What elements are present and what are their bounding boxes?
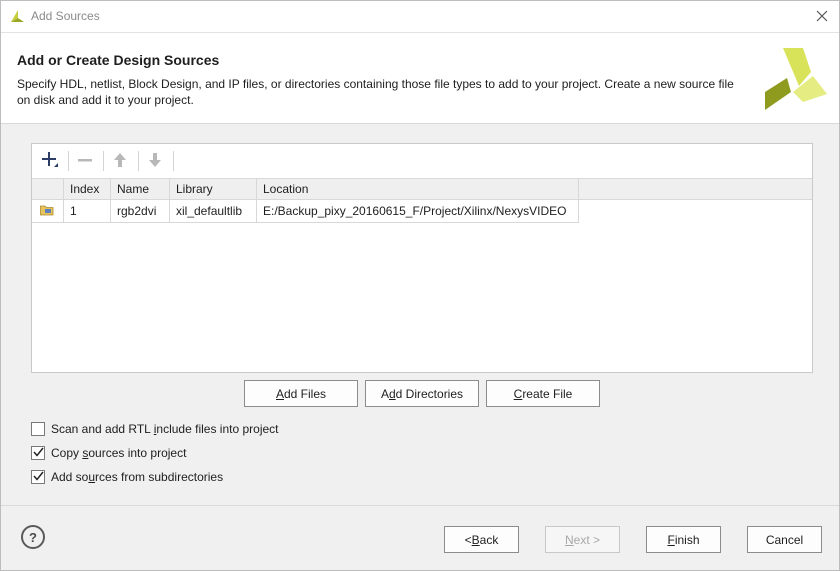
- copy-sources-label: Copy sources into project: [51, 446, 187, 460]
- sources-panel: Index Name Library Location 1 rgb2dvi xi…: [31, 143, 813, 373]
- back-label-post: ack: [479, 532, 499, 547]
- row-location: E:/Backup_pixy_20160615_F/Project/Xilinx…: [257, 200, 579, 222]
- create-file-mnemonic: C: [513, 386, 523, 401]
- plus-icon: [41, 151, 59, 172]
- create-file-button[interactable]: Create File: [486, 380, 600, 407]
- add-directories-label-pre: A: [380, 386, 389, 401]
- app-logo-icon: [9, 8, 25, 24]
- close-icon: [816, 10, 828, 25]
- table-header: Index Name Library Location: [32, 178, 812, 200]
- window-title: Add Sources: [31, 9, 100, 23]
- checkmark-icon: [32, 446, 44, 460]
- row-icon-cell: [32, 200, 64, 222]
- remove-source-button[interactable]: [73, 150, 97, 172]
- toolbar-divider: [173, 151, 174, 171]
- move-up-button[interactable]: [108, 150, 132, 172]
- finish-mnemonic: F: [667, 532, 675, 547]
- finish-button[interactable]: Finish: [646, 526, 721, 553]
- column-header-library[interactable]: Library: [170, 179, 257, 200]
- copy-sources-checkbox[interactable]: [31, 446, 45, 460]
- back-mnemonic: B: [471, 532, 480, 547]
- add-files-button[interactable]: Add Files: [244, 380, 358, 407]
- sources-toolbar: [32, 144, 812, 178]
- column-header-icon[interactable]: [32, 179, 64, 200]
- column-header-index[interactable]: Index: [64, 179, 111, 200]
- table-row[interactable]: 1 rgb2dvi xil_defaultlib E:/Backup_pixy_…: [32, 200, 579, 223]
- add-files-mnemonic: A: [275, 386, 284, 401]
- help-button[interactable]: ?: [21, 525, 45, 549]
- column-header-name[interactable]: Name: [111, 179, 170, 200]
- checkmark-icon: [32, 470, 44, 484]
- next-label-post: ext >: [573, 532, 601, 547]
- next-button[interactable]: Next >: [545, 526, 620, 553]
- folder-icon: [40, 201, 54, 222]
- add-source-button[interactable]: [38, 150, 62, 172]
- next-mnemonic: N: [564, 532, 574, 547]
- add-directories-label-post: d Directories: [395, 386, 464, 401]
- column-header-location[interactable]: Location: [257, 179, 579, 200]
- add-sources-dialog: Add Sources Add or Create Design Sources…: [0, 0, 840, 571]
- page-title: Add or Create Design Sources: [17, 52, 220, 68]
- add-subdirectories-checkbox[interactable]: [31, 470, 45, 484]
- scan-rtl-include-label: Scan and add RTL include files into proj…: [51, 422, 279, 436]
- page-description: Specify HDL, netlist, Block Design, and …: [17, 77, 734, 107]
- add-files-label-post: dd Files: [283, 386, 327, 401]
- finish-label-post: inish: [674, 532, 700, 547]
- vivado-logo-icon: [763, 46, 829, 112]
- arrow-down-icon: [148, 152, 162, 171]
- minus-icon: [77, 152, 93, 171]
- arrow-up-icon: [113, 152, 127, 171]
- scan-rtl-include-option[interactable]: Scan and add RTL include files into proj…: [31, 420, 279, 438]
- row-library: xil_defaultlib: [170, 200, 257, 222]
- back-button[interactable]: < Back: [444, 526, 519, 553]
- add-subdirectories-label: Add sources from subdirectories: [51, 470, 224, 484]
- help-icon: ?: [29, 529, 37, 545]
- move-down-button[interactable]: [143, 150, 167, 172]
- create-file-label-post: reate File: [522, 386, 573, 401]
- copy-sources-option[interactable]: Copy sources into project: [31, 444, 186, 462]
- row-name: rgb2dvi: [111, 200, 170, 222]
- cancel-button[interactable]: Cancel: [747, 526, 822, 553]
- footer-divider: [1, 505, 839, 506]
- row-index: 1: [64, 200, 111, 222]
- toolbar-divider: [138, 151, 139, 171]
- toolbar-divider: [68, 151, 69, 171]
- toolbar-divider: [103, 151, 104, 171]
- title-bar: Add Sources: [1, 1, 839, 32]
- add-directories-mnemonic: d: [388, 386, 396, 401]
- scan-rtl-include-checkbox[interactable]: [31, 422, 45, 436]
- add-subdirectories-option[interactable]: Add sources from subdirectories: [31, 468, 223, 486]
- wizard-header: Add or Create Design Sources Specify HDL…: [1, 32, 839, 124]
- back-label-pre: <: [464, 532, 472, 547]
- close-button[interactable]: [811, 6, 833, 28]
- add-directories-button[interactable]: Add Directories: [365, 380, 479, 407]
